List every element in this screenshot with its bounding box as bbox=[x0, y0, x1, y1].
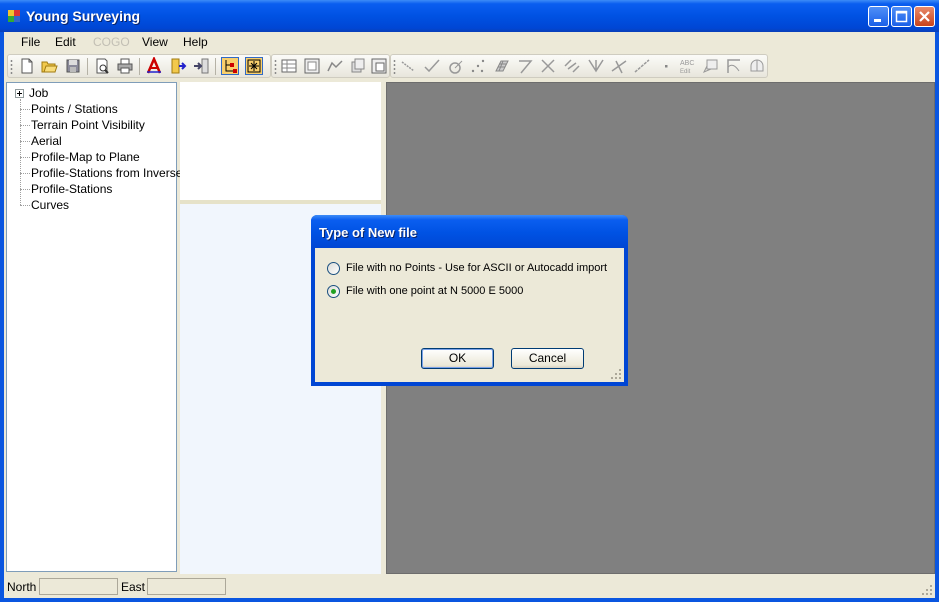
east-label: East bbox=[121, 580, 146, 594]
radio-no-points[interactable] bbox=[327, 262, 340, 275]
print-icon[interactable] bbox=[116, 57, 134, 75]
expand-plus-icon[interactable] bbox=[15, 89, 24, 98]
intersect-tool-icon[interactable] bbox=[539, 57, 557, 75]
area-tool-icon[interactable] bbox=[748, 57, 766, 75]
circle-tool-icon[interactable] bbox=[447, 57, 465, 75]
grid-tool-icon[interactable] bbox=[493, 57, 511, 75]
svg-text:Edit: Edit bbox=[680, 69, 691, 75]
ok-button[interactable]: OK bbox=[421, 348, 494, 369]
menu-view[interactable]: View bbox=[142, 35, 168, 49]
job-tree: Job Points / Stations Terrain Point Visi… bbox=[6, 82, 182, 572]
east-value bbox=[147, 578, 226, 595]
option-label: File with no Points - Use for ASCII or A… bbox=[346, 262, 608, 274]
minimize-icon bbox=[874, 19, 881, 22]
profile-view-icon[interactable] bbox=[326, 57, 344, 75]
menu-edit[interactable]: Edit bbox=[55, 35, 76, 49]
dialog-title: Type of New file bbox=[319, 225, 417, 240]
offset-tool-icon[interactable] bbox=[563, 57, 581, 75]
callout-tool-icon[interactable] bbox=[702, 57, 720, 75]
new-file-icon[interactable] bbox=[18, 57, 36, 75]
bisect-tool-icon[interactable] bbox=[587, 57, 605, 75]
menu-cogo: COGO bbox=[93, 35, 130, 49]
detail-panel-top bbox=[180, 82, 381, 200]
window-title: Young Surveying bbox=[26, 8, 141, 24]
save-icon[interactable] bbox=[64, 57, 82, 75]
status-bar: North East bbox=[4, 575, 935, 598]
cogo-toolbar: ABC Edit bbox=[390, 54, 768, 78]
new-file-dialog: Type of New file File with no Points - U… bbox=[311, 215, 628, 386]
minimize-button[interactable] bbox=[868, 6, 889, 27]
frame-view-icon[interactable] bbox=[370, 57, 388, 75]
north-label: North bbox=[7, 580, 37, 594]
cancel-button[interactable]: Cancel bbox=[511, 348, 584, 369]
north-value bbox=[39, 578, 118, 595]
layers-icon[interactable] bbox=[349, 57, 367, 75]
angle-tool-icon[interactable] bbox=[423, 57, 441, 75]
close-icon bbox=[919, 11, 930, 22]
menu-file[interactable]: File bbox=[21, 35, 40, 49]
close-button[interactable] bbox=[914, 6, 935, 27]
point-tool-icon[interactable] bbox=[657, 57, 675, 75]
line-tool-icon[interactable] bbox=[399, 57, 417, 75]
export-icon[interactable] bbox=[169, 57, 187, 75]
edit-text-icon[interactable]: ABC Edit bbox=[679, 57, 699, 75]
view-toolbar bbox=[271, 54, 390, 78]
zoom-extents-icon[interactable] bbox=[245, 57, 263, 75]
dialog-size-grip-icon[interactable] bbox=[610, 368, 622, 380]
dialog-title-bar[interactable]: Type of New file bbox=[311, 215, 628, 248]
menu-help[interactable]: Help bbox=[183, 35, 208, 49]
maximize-icon bbox=[895, 10, 908, 23]
size-grip-icon[interactable] bbox=[921, 584, 933, 596]
maximize-button[interactable] bbox=[891, 6, 912, 27]
import-icon[interactable] bbox=[192, 57, 210, 75]
font-icon[interactable] bbox=[145, 55, 163, 75]
radio-one-point[interactable] bbox=[327, 285, 340, 298]
perpendicular-tool-icon[interactable] bbox=[610, 57, 628, 75]
edit-text-label: ABC bbox=[680, 60, 694, 67]
points-tool-icon[interactable] bbox=[469, 57, 487, 75]
menu-bar: File Edit COGO View Help bbox=[4, 32, 935, 52]
print-preview-icon[interactable] bbox=[93, 57, 111, 75]
option-label: File with one point at N 5000 E 5000 bbox=[346, 285, 524, 297]
title-bar[interactable]: Young Surveying bbox=[0, 0, 939, 32]
divide-line-icon[interactable] bbox=[633, 57, 651, 75]
window-view-icon[interactable] bbox=[303, 57, 321, 75]
arc-tool-icon[interactable] bbox=[725, 57, 743, 75]
dialog-body: File with no Points - Use for ASCII or A… bbox=[315, 248, 624, 382]
table-view-icon[interactable] bbox=[280, 57, 298, 75]
traverse-tool-icon[interactable] bbox=[517, 57, 535, 75]
tree-item-label: Job bbox=[29, 86, 49, 100]
app-icon bbox=[7, 9, 21, 23]
tree-view-toggle-icon[interactable] bbox=[221, 57, 239, 75]
toolbar-grip[interactable] bbox=[10, 59, 13, 75]
main-toolbar bbox=[7, 54, 271, 78]
open-folder-icon[interactable] bbox=[40, 57, 58, 75]
